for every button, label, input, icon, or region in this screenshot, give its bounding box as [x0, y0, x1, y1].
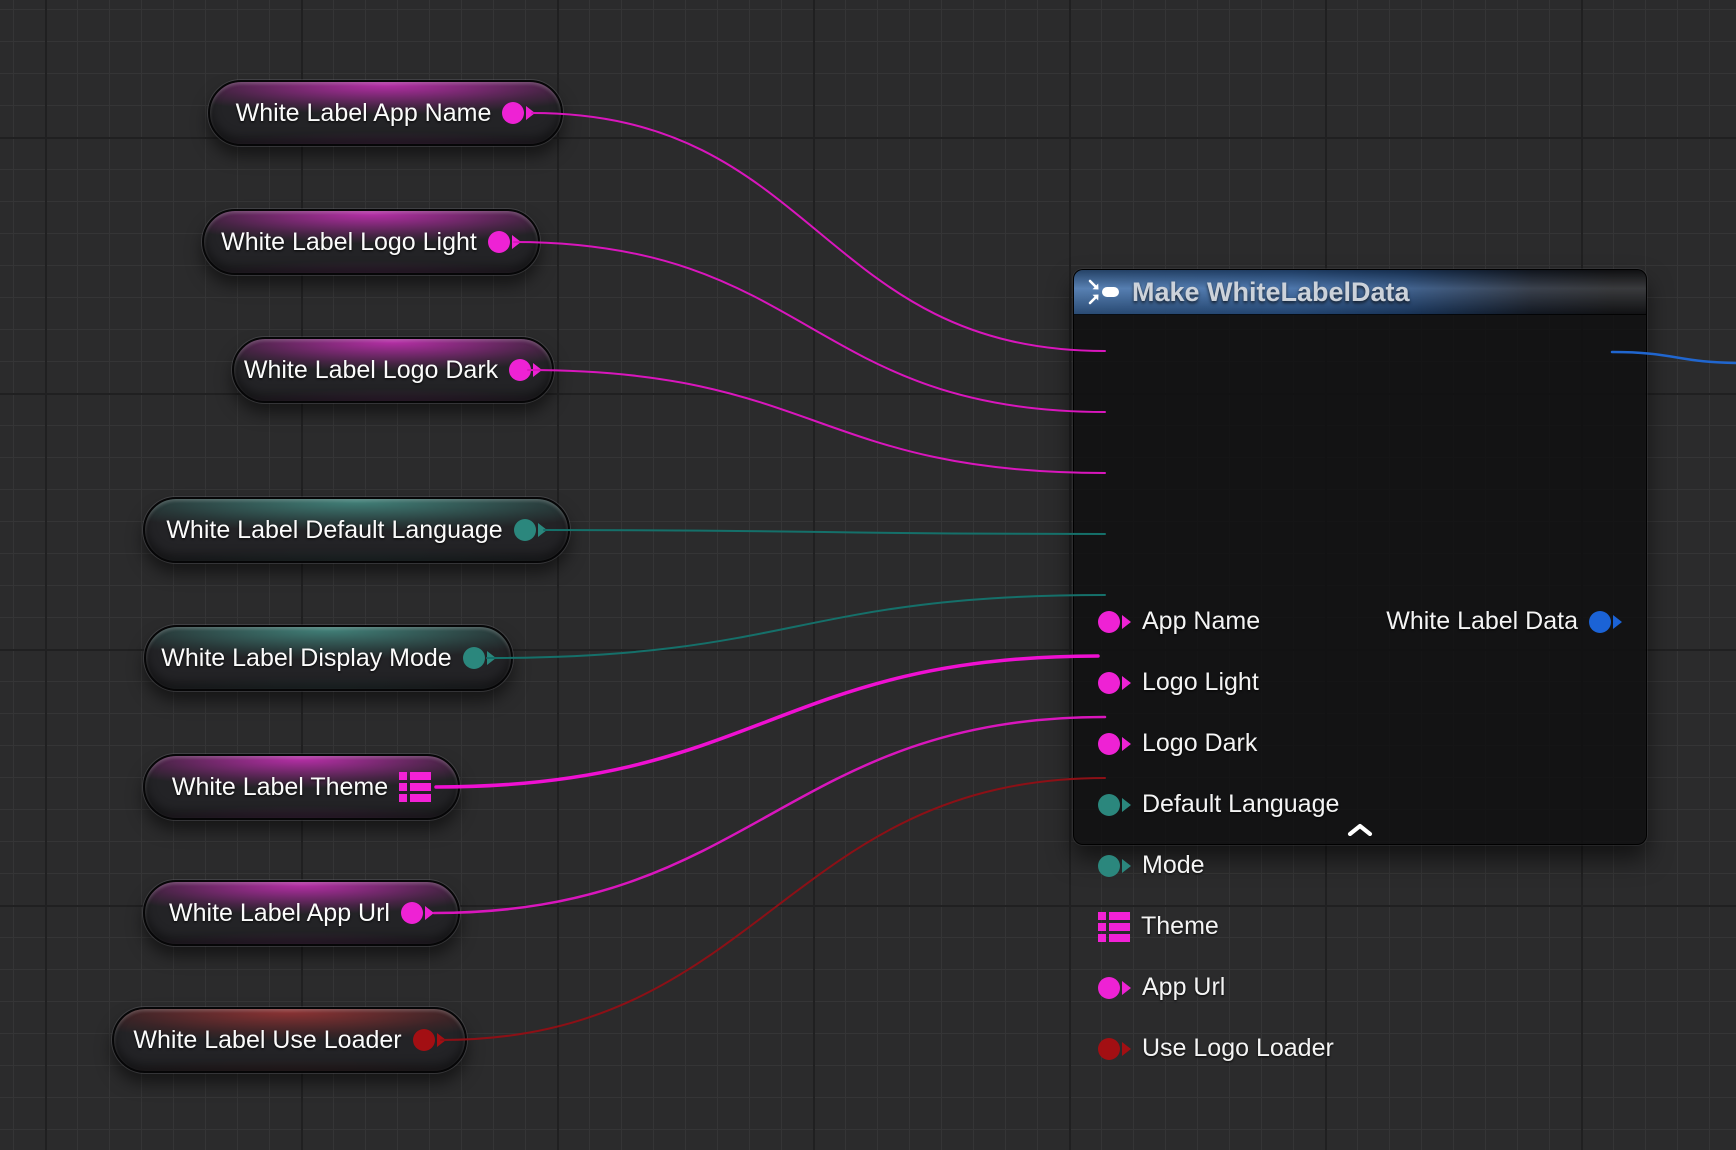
input-row-theme: Theme [1074, 896, 1646, 957]
white-label-data-output-pin[interactable] [1589, 611, 1622, 633]
output-row-white-label-data: White Label Data [1386, 591, 1646, 652]
chevron-up-icon [1347, 823, 1373, 836]
make-whitelabeldata-node[interactable]: Make WhiteLabelData App Name Logo Light … [1073, 269, 1647, 845]
use-logo-loader-input-pin[interactable] [1098, 1038, 1131, 1060]
getter-node-white-label-theme[interactable]: White Label Theme [143, 754, 460, 820]
theme-struct-input-pin-icon[interactable] [1098, 912, 1130, 942]
enum-output-pin[interactable] [514, 519, 547, 541]
pin-label: Use Logo Loader [1142, 1034, 1334, 1063]
app-url-input-pin[interactable] [1098, 977, 1131, 999]
input-row-logo-dark: Logo Dark [1074, 713, 1646, 774]
string-output-pin[interactable] [509, 359, 542, 381]
getter-node-label: White Label Use Loader [133, 1026, 401, 1055]
make-struct-icon [1088, 279, 1120, 305]
getter-node-label: White Label Theme [172, 773, 388, 802]
wire-app-url[interactable] [434, 717, 1105, 913]
enum-output-pin[interactable] [463, 647, 496, 669]
wire-use-loader[interactable] [441, 778, 1105, 1040]
default-language-input-pin[interactable] [1098, 794, 1131, 816]
string-output-pin[interactable] [502, 102, 535, 124]
getter-node-white-label-app-url[interactable]: White Label App Url [143, 880, 460, 946]
app-name-input-pin[interactable] [1098, 611, 1131, 633]
blueprint-graph-canvas[interactable]: White Label App Name White Label Logo Li… [0, 0, 1736, 1150]
getter-node-label: White Label Logo Dark [244, 356, 498, 385]
string-output-pin[interactable] [401, 902, 434, 924]
pin-label: Logo Light [1142, 668, 1259, 697]
struct-output-pin-icon[interactable] [399, 772, 431, 802]
getter-node-white-label-display-mode[interactable]: White Label Display Mode [144, 625, 513, 691]
getter-node-white-label-logo-dark[interactable]: White Label Logo Dark [232, 337, 554, 403]
wire-default-language[interactable] [544, 530, 1105, 534]
pin-label: Default Language [1142, 790, 1339, 819]
pin-label: Mode [1142, 851, 1205, 880]
getter-node-white-label-app-name[interactable]: White Label App Name [208, 80, 563, 146]
wire-display-mode[interactable] [487, 595, 1105, 658]
make-node-header[interactable]: Make WhiteLabelData [1074, 270, 1646, 315]
pin-label: White Label Data [1386, 607, 1578, 636]
getter-node-white-label-default-language[interactable]: White Label Default Language [143, 497, 570, 563]
input-row-use-logo-loader: Use Logo Loader [1074, 1018, 1646, 1079]
getter-node-label: White Label Default Language [166, 516, 502, 545]
getter-node-label: White Label App Name [236, 99, 492, 128]
logo-dark-input-pin[interactable] [1098, 733, 1131, 755]
collapse-node-button[interactable] [1337, 821, 1383, 838]
getter-node-label: White Label App Url [169, 899, 390, 928]
input-row-app-url: App Url [1074, 957, 1646, 1018]
logo-light-input-pin[interactable] [1098, 672, 1131, 694]
pin-label: App Url [1142, 973, 1225, 1002]
node-title: Make WhiteLabelData [1132, 277, 1410, 308]
pin-label: Logo Dark [1142, 729, 1257, 758]
bool-output-pin[interactable] [413, 1029, 446, 1051]
wire-theme[interactable] [436, 656, 1098, 787]
getter-node-label: White Label Logo Light [221, 228, 477, 257]
pin-label: Theme [1141, 912, 1219, 941]
getter-node-white-label-use-loader[interactable]: White Label Use Loader [112, 1007, 467, 1073]
wire-app-name[interactable] [532, 113, 1105, 351]
wire-logo-light[interactable] [514, 242, 1105, 412]
wire-logo-dark[interactable] [528, 370, 1105, 473]
input-row-logo-light: Logo Light [1074, 652, 1646, 713]
getter-node-label: White Label Display Mode [161, 644, 451, 673]
input-row-mode: Mode [1074, 835, 1646, 896]
pin-label: App Name [1142, 607, 1260, 636]
mode-input-pin[interactable] [1098, 855, 1131, 877]
getter-node-white-label-logo-light[interactable]: White Label Logo Light [202, 209, 540, 275]
string-output-pin[interactable] [488, 231, 521, 253]
